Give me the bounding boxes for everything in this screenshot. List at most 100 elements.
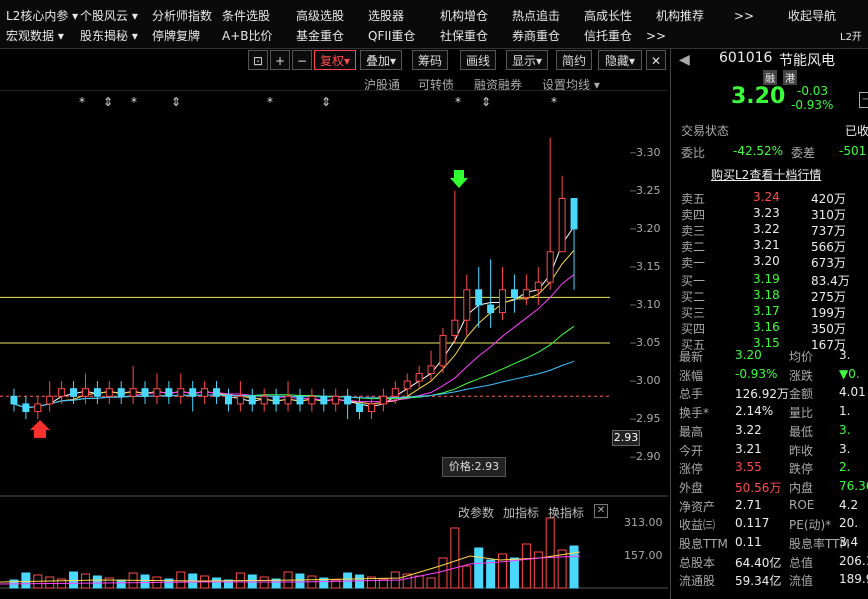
- candle-body: [379, 395, 387, 405]
- book-volume: 83.4万: [811, 274, 850, 288]
- candle-body: [70, 388, 78, 397]
- volume-bar: [176, 571, 186, 589]
- nav-item[interactable]: 股东揭秘 ▾: [80, 28, 138, 44]
- overlay-button[interactable]: 叠加▾: [360, 50, 402, 70]
- volume-bar: [247, 574, 257, 589]
- candle-body: [10, 395, 18, 405]
- stat-label: 外盘: [679, 480, 704, 495]
- book-price: 3.18: [753, 288, 780, 302]
- kline-chart[interactable]: * ⇕ * ⇕ * ⇕ * ⇕ *: [0, 90, 668, 599]
- nav-item[interactable]: 分析师指数: [152, 8, 212, 24]
- stat-label: 股息TTM: [679, 537, 728, 551]
- stock-name: 节能风电: [779, 53, 835, 69]
- event-marker: ⇕: [171, 95, 181, 109]
- nav-item[interactable]: 机构增仓: [440, 8, 488, 24]
- l2-purchase-link[interactable]: 购买L2查看十档行情: [711, 166, 821, 183]
- stat-label: 涨停: [679, 462, 704, 477]
- stat-value: 206.1: [839, 553, 868, 568]
- y-tick-label: 3.30: [636, 145, 661, 159]
- candle-body: [260, 395, 268, 405]
- nav-item[interactable]: 收起导航: [788, 8, 836, 24]
- candle-body: [356, 403, 364, 413]
- book-price: 3.19: [753, 272, 780, 286]
- nav-item[interactable]: 基金重仓: [296, 28, 344, 44]
- volume-bar: [462, 565, 472, 589]
- zoom-in-icon[interactable]: +: [270, 50, 290, 70]
- buy-arrow-icon: [30, 420, 50, 438]
- candle-body: [129, 388, 137, 397]
- nav-item[interactable]: >>: [646, 28, 666, 44]
- candle-body: [93, 388, 101, 397]
- y-tick-label: 3.05: [636, 336, 661, 350]
- close-icon[interactable]: ✕: [646, 50, 666, 70]
- candle-body: [224, 395, 232, 405]
- nav-item[interactable]: A+B比价: [222, 28, 273, 44]
- draw-line-button[interactable]: 画线: [460, 50, 496, 70]
- stat-value: 189.9: [839, 572, 868, 587]
- volume-bar: [414, 575, 424, 589]
- candle-body: [153, 388, 161, 397]
- stat-label: 收益㈢: [679, 518, 716, 533]
- nav-item[interactable]: 高级选股: [296, 8, 344, 24]
- nav-item[interactable]: 社保重仓: [440, 28, 488, 44]
- display-button[interactable]: 显示▾: [506, 50, 548, 70]
- book-label: 卖五: [681, 192, 706, 206]
- candle-body: [558, 197, 566, 253]
- candle-body: [391, 388, 399, 397]
- nav-item[interactable]: QFII重仓: [368, 28, 415, 44]
- volume-bar: [438, 557, 448, 589]
- hide-button[interactable]: 隐藏▾: [598, 50, 642, 70]
- candle-body: [451, 319, 459, 336]
- edit-params-link[interactable]: 改参数: [458, 504, 494, 521]
- book-label: 买一: [681, 274, 706, 288]
- nav-item[interactable]: 高成长性: [584, 8, 632, 24]
- switch-indicator-link[interactable]: 换指标: [548, 504, 584, 521]
- candle-body: [427, 365, 435, 374]
- candle-body: [320, 395, 328, 405]
- nav-item[interactable]: L2开: [840, 30, 862, 46]
- stat-value: 1.: [839, 404, 851, 419]
- nav-item[interactable]: 停牌复牌: [152, 28, 200, 44]
- stat-label: 最高: [679, 424, 704, 439]
- candle-body: [415, 372, 423, 382]
- candle-body: [272, 395, 280, 405]
- nav-item[interactable]: 机构推荐: [656, 8, 704, 24]
- simple-button[interactable]: 简约: [556, 50, 592, 70]
- nav-item[interactable]: 个股风云 ▾: [80, 8, 138, 24]
- stat-value: 3.20: [735, 348, 762, 362]
- candle-body: [546, 251, 554, 283]
- candle-body: [34, 403, 42, 413]
- nav-item[interactable]: 条件选股: [222, 8, 270, 24]
- volume-bar: [212, 577, 222, 589]
- fuquan-button[interactable]: 复权▾: [314, 50, 356, 70]
- add-indicator-link[interactable]: 加指标: [503, 504, 539, 521]
- candle-body: [105, 388, 113, 397]
- collapse-icon[interactable]: −: [859, 92, 868, 108]
- nav-item[interactable]: 宏观数据 ▾: [6, 28, 64, 44]
- nav-item[interactable]: 选股器: [368, 8, 404, 24]
- book-label: 买二: [681, 290, 706, 304]
- candle-body: [570, 197, 578, 230]
- nav-item[interactable]: 热点追击: [512, 8, 560, 24]
- book-volume: 566万: [811, 240, 846, 254]
- price-tooltip: 价格:2.93: [442, 457, 506, 477]
- weibi-value: -42.52%: [733, 144, 784, 158]
- close-volume-icon[interactable]: ✕: [594, 504, 608, 518]
- stat-label: 昨收: [789, 443, 814, 458]
- candle-body: [522, 289, 530, 298]
- book-volume: 275万: [811, 290, 846, 304]
- nav-item[interactable]: 信托重仓: [584, 28, 632, 44]
- nav-item[interactable]: >>: [734, 8, 754, 24]
- chip-button[interactable]: 筹码: [412, 50, 448, 70]
- prev-stock-icon[interactable]: ◀: [679, 52, 690, 68]
- nav-item[interactable]: L2核心内参 ▾: [6, 8, 78, 24]
- nav-item[interactable]: 券商重仓: [512, 28, 560, 44]
- zoom-out-icon[interactable]: −: [292, 50, 312, 70]
- last-price: 3.20: [731, 84, 786, 109]
- stat-value: 3.: [839, 348, 851, 362]
- stat-value: -0.93%: [735, 366, 778, 381]
- lock-icon[interactable]: ⊡: [248, 50, 268, 70]
- stat-label: 净资产: [679, 499, 716, 514]
- volume-bar: [140, 574, 150, 589]
- volume-bar: [295, 573, 305, 589]
